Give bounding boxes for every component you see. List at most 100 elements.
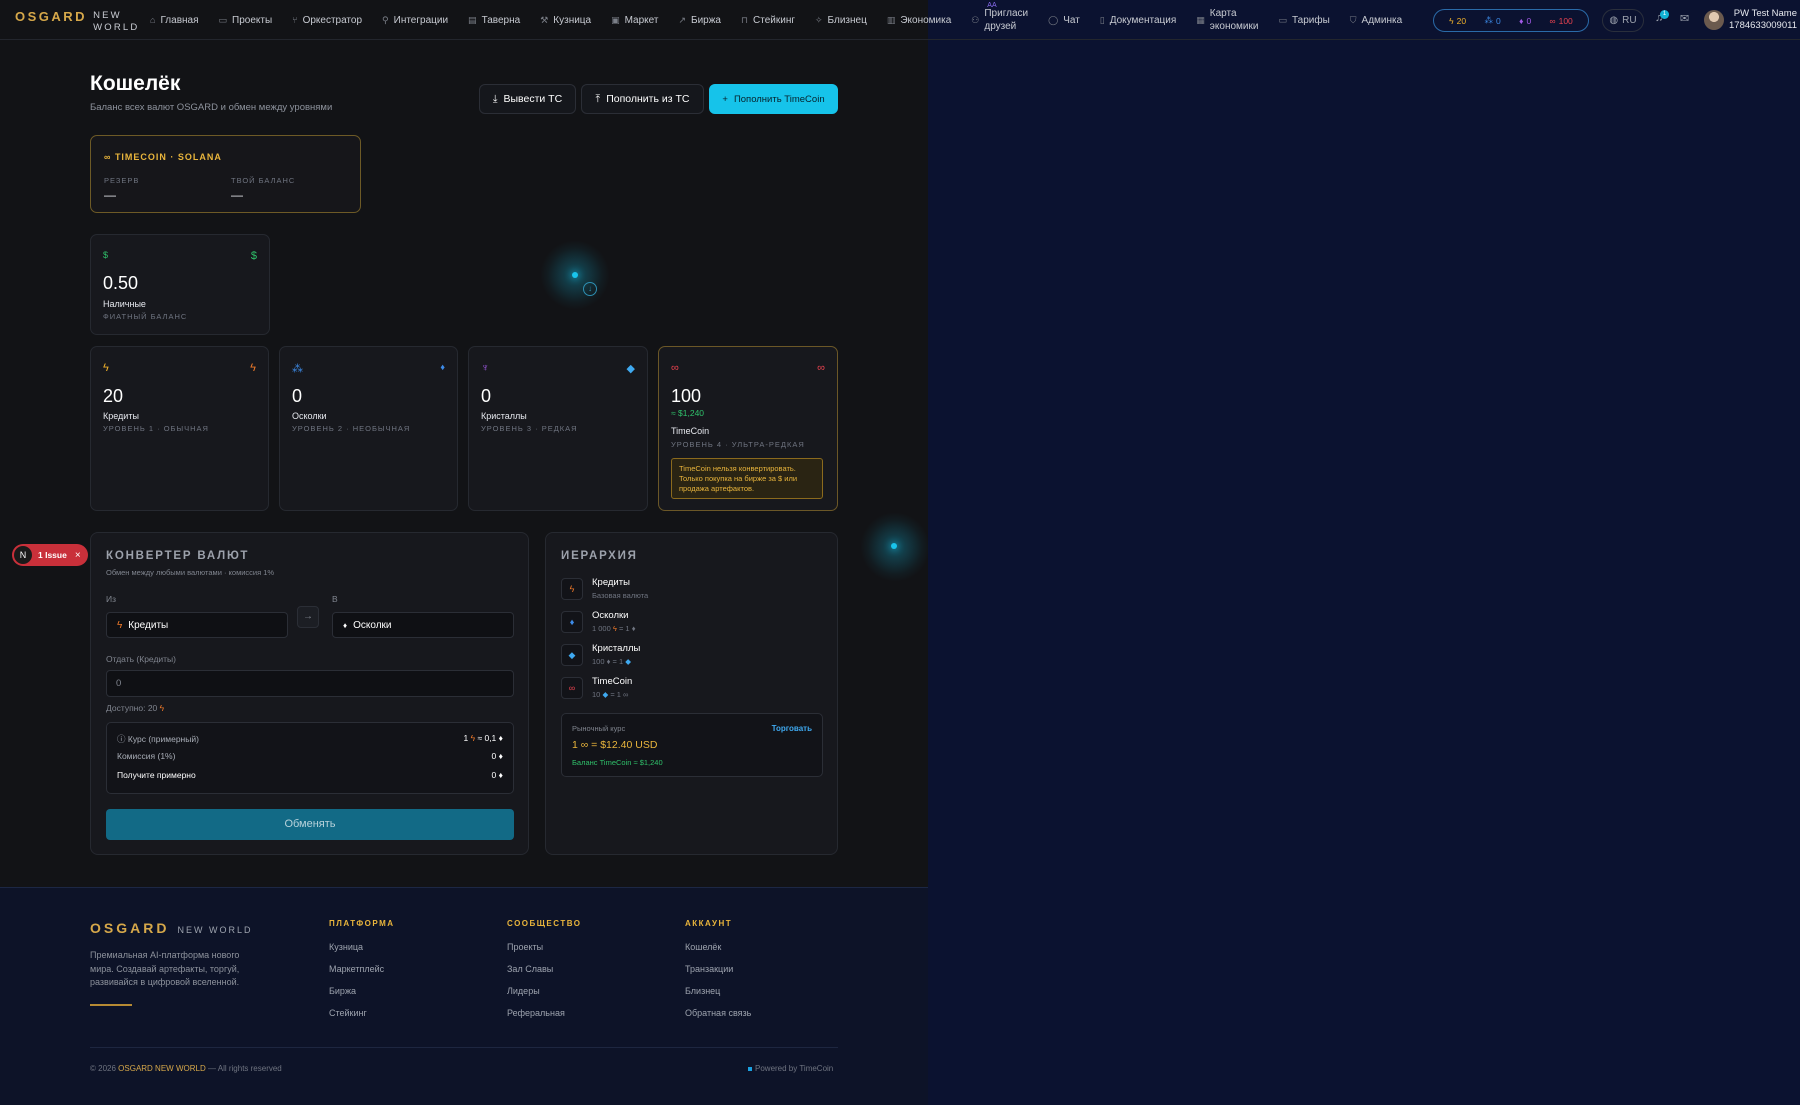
footer-link[interactable]: Кузница [329,942,395,964]
chat-icon: ◯ [1048,14,1059,25]
infinity-icon: ∞ [671,362,679,374]
from-currency-select[interactable]: ϟ Кредиты [106,612,288,638]
swap-arrow-button[interactable]: → [297,606,319,628]
exchange-button[interactable]: Обменять [106,809,514,840]
infinity-icon: ∞ [561,677,583,699]
page-subtitle: Баланс всех валют OSGARD и обмен между у… [90,102,333,113]
fee-row: Комиссия (1%) 0 ♦ [117,751,503,761]
gem-icon: ◆ [602,690,609,699]
withdraw-tc-button[interactable]: ⤓ Вывести TC [479,84,576,114]
nav-projects[interactable]: ▭ Проекты [219,15,273,26]
trade-link[interactable]: Торговать [772,724,812,733]
shards-icon: ⁂ [1484,15,1494,25]
footer-description: Премиальная AI-платформа нового мира. Со… [90,950,240,987]
brand-name: OSGARD [15,9,88,24]
nav-economy-map[interactable]: ▦ Карта экономики [1196,7,1258,33]
avatar[interactable] [1704,10,1724,30]
bolt-icon: ϟ [561,578,583,600]
nav-economy[interactable]: ▥ Экономика [887,15,951,26]
globe-icon: ◍ [1609,15,1619,26]
bolt-icon: ϟ [117,619,123,631]
nav-home[interactable]: ⌂ Главная [150,15,199,26]
nav-tavern[interactable]: ▤ Таверна [468,15,520,26]
footer-link[interactable]: Лидеры [507,986,582,1008]
to-currency-select[interactable]: ♦ Осколки [332,612,514,638]
close-icon[interactable]: × [75,550,81,561]
dollar-icon: $ [250,250,257,262]
deposit-from-tc-button[interactable]: ⤒ Пополнить из TC [581,84,704,114]
nav-integrations[interactable]: ⚲ Интеграции [382,15,448,26]
nav-exchange[interactable]: ↗ Биржа [678,15,721,26]
nav-admin[interactable]: ⛉ Админка [1350,15,1402,26]
notification-count: 1 [1660,10,1669,19]
plug-icon: ⚲ [382,14,389,25]
chip-shards: ⁂ 0 [1484,15,1501,26]
user-menu[interactable]: PW Test Name 1784633009011 [1729,8,1797,32]
credits-card: ϟ ϟ 20 Кредиты УРОВЕНЬ 1 · ОБЫЧНАЯ [90,346,269,511]
home-icon: ⌂ [150,15,156,25]
nav-market[interactable]: ▣ Маркет [611,15,658,26]
powered-by: Powered by TimeCoin [748,1064,833,1073]
nav-tariffs[interactable]: ▭ Тарифы [1278,15,1329,26]
nav-orchestrator[interactable]: ⑂ Оркестратор [292,15,362,26]
footer-link[interactable]: Проекты [507,942,582,964]
footer-link[interactable]: Маркетплейс [329,964,395,986]
footer-link[interactable]: Близнец [685,986,751,1008]
balance-label: ТВОЙ БАЛАНС [231,176,296,185]
notifications-button[interactable]: ♫ 1 [1655,10,1669,24]
market-label: Рыночный курс [572,724,626,733]
timecoin-solana-card: ∞ TIMECOIN · SOLANA РЕЗЕРВ — ТВОЙ БАЛАНС… [90,135,361,213]
timecoin-name: TimeCoin [671,426,710,436]
tavern-icon: ▤ [468,14,477,25]
shards-card: ⁂ ♦ 0 Осколки УРОВЕНЬ 2 · НЕОБЫЧНАЯ [279,346,458,511]
hierarchy-title: ИЕРАРХИЯ [561,550,638,562]
to-label: В [332,594,338,604]
shards-level: УРОВЕНЬ 2 · НЕОБЫЧНАЯ [292,424,411,433]
infinity-icon: ∞ [1549,15,1556,26]
converter-title: КОНВЕРТЕР ВАЛЮТ [106,550,250,562]
scroll-down-icon[interactable]: ↓ [583,282,597,296]
reserve-label: РЕЗЕРВ [104,176,140,185]
footer-link[interactable]: Обратная связь [685,1008,751,1030]
footer-link[interactable]: Зал Славы [507,964,582,986]
footer-logo[interactable]: OSGARD NEW WORLD [90,920,252,936]
footer-link[interactable]: Кошелёк [685,942,751,964]
diamond-icon: ♦ [561,611,583,633]
language-switcher[interactable]: ◍ RU [1602,9,1644,32]
hammer-icon: ⚒ [540,14,549,25]
top-up-timecoin-button[interactable]: + Пополнить TimeCoin [709,84,838,114]
bolt-icon: ϟ [1449,15,1454,26]
nav-invite[interactable]: AA ⚇ Пригласи друзей [971,2,1028,33]
footer-accent-line [90,1004,132,1006]
nav-chat[interactable]: ◯ Чат [1048,15,1080,26]
trend-icon: ↗ [678,14,687,25]
footer-link[interactable]: Реферальная [507,1008,582,1030]
messages-button[interactable]: ✉ [1680,12,1689,25]
shards-name: Осколки [292,411,327,421]
nav-twin[interactable]: ✧ Близнец [815,15,867,26]
sparkle-icon: ✧ [815,14,823,25]
shop-icon: ▣ [611,14,620,25]
card-icon: ▭ [1278,14,1287,25]
chip-crystals: ♦ 0 [1519,15,1532,26]
chip-credits: ϟ 20 [1449,15,1467,26]
issue-badge[interactable]: N 1 Issue × [12,544,88,566]
timecoin-level: УРОВЕНЬ 4 · УЛЬТРА-РЕДКАЯ [671,440,805,449]
lock-icon: ⊓ [741,14,749,25]
crystals-name: Кристаллы [481,411,527,421]
nav-docs[interactable]: ▯ Документация [1100,15,1177,26]
nav-staking[interactable]: ⊓ Стейкинг [741,15,795,26]
footer-link[interactable]: Стейкинг [329,1008,395,1030]
footer-link[interactable]: Транзакции [685,964,751,986]
brand-logo[interactable]: OSGARD NEW WORLD [15,9,139,34]
gem-icon: ◆ [625,657,632,666]
footer-link[interactable]: Биржа [329,986,395,1008]
decorative-dot [891,543,897,549]
decorative-dot [572,272,578,278]
amount-input[interactable]: 0 [106,670,514,697]
timecoin-warning: TimeCoin нельзя конвертировать. Только п… [671,458,823,499]
from-label: Из [106,594,117,604]
balance-chips[interactable]: ϟ 20 ⁂ 0 ♦ 0 ∞ 100 [1433,9,1589,32]
nav-forge[interactable]: ⚒ Кузница [540,15,591,26]
book-icon: ▯ [1099,14,1105,25]
